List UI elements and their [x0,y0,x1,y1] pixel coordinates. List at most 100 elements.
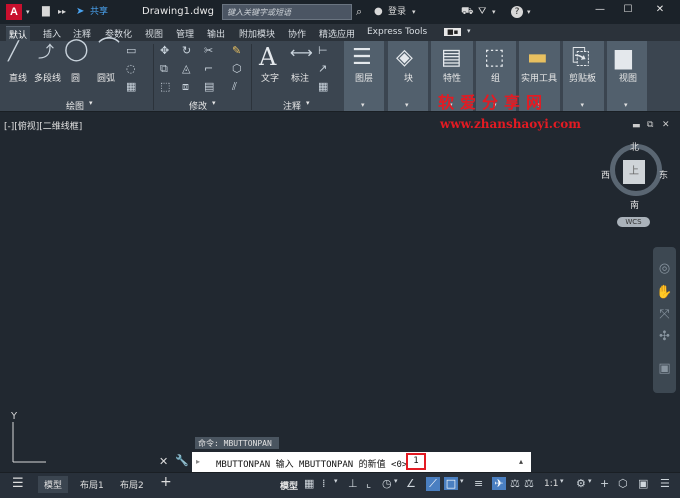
search-input[interactable]: 键入关键字或短语 [222,4,352,20]
isodraft-icon[interactable]: ∠ [406,477,416,490]
tab-collaborate[interactable]: 协作 [285,26,309,41]
model-space-button[interactable]: 模型 [280,479,298,492]
search-icon[interactable]: ⌕ [356,5,362,19]
annotation-visibility-icon[interactable]: ⚖ [524,477,534,490]
dimension-label[interactable]: 标注 [291,71,309,84]
annotation-panel-label[interactable]: 注释 [283,99,301,112]
block-panel[interactable]: ◈ 块 ▾ [388,41,428,111]
linear-dim-icon[interactable]: ⊢ [318,45,328,57]
object-snap-tracking-icon[interactable]: ⟋ [426,477,440,491]
circle-label[interactable]: 圆 [71,71,80,84]
move-icon[interactable]: ✥ [160,45,169,57]
tab-express-tools[interactable]: Express Tools [364,26,430,38]
pan-icon[interactable]: ✋ [653,285,676,300]
view-caret-icon[interactable]: ▾ [624,101,628,109]
help-caret-icon[interactable]: ▾ [527,5,531,19]
explode-icon[interactable]: ⬡ [232,63,242,75]
text-label[interactable]: 文字 [261,71,279,84]
block-caret-icon[interactable]: ▾ [405,101,409,109]
command-input[interactable]: 1 [406,453,426,470]
gradient-icon[interactable]: ▦ [126,81,136,93]
line-label[interactable]: 直线 [9,71,27,84]
clipboard-panel[interactable]: ⎘ 剪贴板 ▾ [563,41,604,111]
copy-icon[interactable]: ⧉ [160,63,168,75]
draw-panel-label[interactable]: 绘图 [66,99,84,112]
snap-caret-icon[interactable]: ▾ [334,477,338,485]
tab-output[interactable]: 输出 [204,26,228,41]
autocad-logo[interactable]: A [6,4,22,20]
share-icon[interactable]: ➤ [76,5,84,19]
tab-overflow-caret-icon[interactable]: ▾ [464,26,474,36]
grid-icon[interactable]: ▦ [304,477,314,490]
tab-insert[interactable]: 插入 [40,26,64,41]
clipboard-caret-icon[interactable]: ▾ [581,101,585,109]
draw-panel-caret-icon[interactable]: ▾ [89,99,93,107]
viewport-minimize-icon[interactable]: ▬ [632,121,641,131]
viewport-close-icon[interactable]: ✕ [662,120,670,130]
wcs-menu[interactable]: WCS [617,217,650,227]
scale-icon[interactable]: ⧈ [182,81,189,93]
dimension-icon[interactable]: ⟷ [290,45,313,61]
line-icon[interactable]: ╱ [8,43,19,61]
layout-menu-icon[interactable]: ☰ [12,476,24,491]
workspace-icon[interactable]: ⚙ [576,477,586,490]
plus-icon[interactable]: + [600,477,609,490]
isolate-icon[interactable]: ⬡ [618,477,628,490]
compass-south[interactable]: 南 [630,198,639,211]
tab-overflow-icon[interactable]: ■▪ [444,28,462,36]
close-command-icon[interactable]: ✕ [159,455,168,468]
annotation-panel-caret-icon[interactable]: ▾ [306,99,310,107]
login-caret-icon[interactable]: ▾ [412,5,416,19]
compass-north[interactable]: 北 [630,140,639,153]
circle-icon[interactable]: ◯ [64,39,89,61]
workspace-caret-icon[interactable]: ▾ [588,477,592,485]
arc-icon[interactable]: ⌒ [98,39,120,61]
trim-icon[interactable]: ✂ [204,45,213,57]
layers-caret-icon[interactable]: ▾ [361,101,365,109]
login-label[interactable]: 登录 [388,5,406,19]
maximize-icon[interactable]: ☐ [620,4,636,15]
tab-view[interactable]: 视图 [142,26,166,41]
viewcube-face[interactable]: 上 [623,160,645,184]
lineweight-icon[interactable]: ≡ [474,477,483,490]
rotate-icon[interactable]: ↻ [182,45,191,57]
modify-panel-label[interactable]: 修改 [189,99,207,112]
polar-icon[interactable]: ◷ [382,477,392,490]
layers-panel[interactable]: ☰ 图层 ▾ [344,41,384,111]
scale-selector[interactable]: 1:1 [544,479,558,489]
orbit-icon[interactable]: ✣ [653,329,676,344]
tab-model[interactable]: 模型 [38,476,69,493]
more-icon[interactable]: ▸▸ [58,5,66,19]
tab-default[interactable]: 默认 [6,26,31,42]
customization-icon[interactable]: ☰ [660,477,670,490]
tab-addins[interactable]: 附加模块 [236,26,278,41]
zoom-extents-icon[interactable]: ⤧ [653,307,676,322]
viewport-restore-icon[interactable]: ⧉ [647,120,653,130]
scale-caret-icon[interactable]: ▾ [560,477,564,485]
fillet-icon[interactable]: ⌐ [204,63,213,75]
rectangle-icon[interactable]: ▭ [126,45,136,57]
autodesk-app-icon[interactable]: ⛛ [478,5,486,19]
help-icon[interactable]: ? [511,6,523,18]
text-icon[interactable]: A [259,43,276,71]
infer-constraints-icon[interactable]: ⊥ [348,477,358,490]
snap-icon[interactable]: ⁞ [322,477,326,490]
polar-caret-icon[interactable]: ▾ [394,477,398,485]
stretch-icon[interactable]: ⬚ [160,81,170,93]
tab-layout1[interactable]: 布局1 [74,476,110,493]
modify-panel-caret-icon[interactable]: ▾ [212,99,216,107]
hatch-icon[interactable]: ◌ [126,63,136,75]
selection-cycling-icon[interactable]: ✈ [492,477,506,490]
close-icon[interactable]: ✕ [652,4,668,15]
showmotion-icon[interactable]: ▣ [653,361,676,376]
leader-icon[interactable]: ↗ [318,63,327,75]
erase-icon[interactable]: ✎ [232,45,241,57]
add-layout-icon[interactable]: + [160,474,172,490]
array-icon[interactable]: ▤ [204,81,214,93]
user-icon[interactable]: ● [374,5,383,19]
table-icon[interactable]: ▦ [318,81,328,93]
file-icon[interactable]: ▇ [42,5,50,19]
tab-layout2[interactable]: 布局2 [114,476,150,493]
command-history-caret-icon[interactable]: ▴ [519,457,523,466]
object-snap-caret-icon[interactable]: ▾ [460,477,464,485]
